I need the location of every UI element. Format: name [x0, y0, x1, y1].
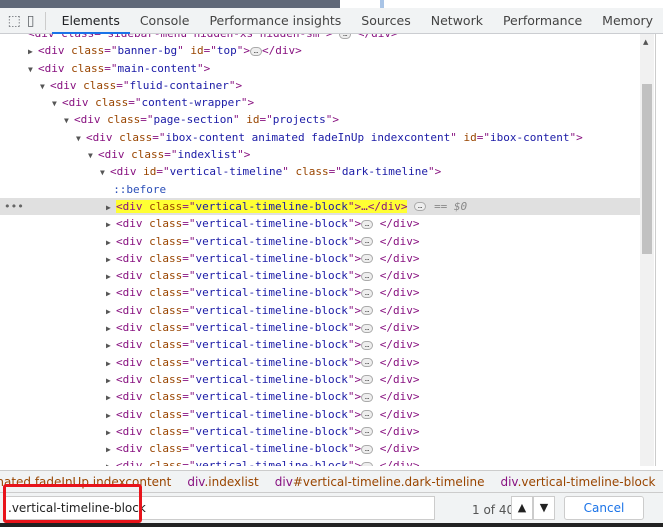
divider	[44, 11, 46, 30]
expand-triangle-icon: ▼	[88, 151, 93, 161]
dom-node-row[interactable]: ▼ <div class="content-wrapper">	[0, 94, 640, 111]
expand-triangle-icon: ▼	[52, 99, 57, 109]
next-match-button[interactable]: ▼	[533, 496, 555, 520]
expand-triangle-icon: ▶	[28, 47, 33, 57]
pseudo-element-row[interactable]: ::before	[0, 181, 640, 198]
dom-node-row[interactable]: ▼ <div class="fluid-container">	[0, 77, 640, 94]
timeline-block-row[interactable]: ▶<div class="vertical-timeline-block">… …	[0, 319, 640, 336]
timeline-block-row[interactable]: ▶<div class="vertical-timeline-block">… …	[0, 423, 640, 440]
devtools-toolbar: ⬚ ▯ Elements Console Performance insights S…	[0, 8, 663, 34]
dom-node-row[interactable]: ▼ <div class="main-content">	[0, 60, 640, 77]
dom-node-row[interactable]: ▼ <div id="vertical-timeline" class="dark…	[0, 163, 640, 180]
dom-node-row[interactable]: ▼ <div class="page-section" id="projects"…	[0, 111, 640, 128]
styles-pane-edge	[655, 34, 663, 466]
previous-match-button[interactable]: ▲	[511, 496, 533, 520]
expand-triangle-icon: ▼	[100, 168, 105, 178]
breadcrumb-item[interactable]: div.vertical-timeline-block	[492, 475, 663, 489]
highlight-box	[3, 484, 142, 523]
tab-performance[interactable]: Performance	[493, 8, 592, 34]
dom-node-row[interactable]: ▼ <div class="ibox-content animated fadeI…	[0, 129, 640, 146]
timeline-block-row[interactable]: ▶<div class="vertical-timeline-block">… …	[0, 371, 640, 388]
tab-sources[interactable]: Sources	[351, 8, 420, 34]
scroll-up-icon: ▲	[643, 38, 649, 46]
tab-elements[interactable]: Elements	[51, 8, 130, 34]
scrollbar[interactable]: ▲	[640, 34, 654, 466]
expand-triangle-icon: ▼	[40, 81, 45, 91]
tab-performance-insights[interactable]: Performance insights	[199, 8, 351, 34]
dom-node-row[interactable]: <div class="sidebar-menu hidden-xs hidde…	[0, 34, 640, 42]
selected-dom-node-row[interactable]: ••• ▶ <div class="vertical-timeline-block"…	[0, 197, 640, 216]
tab-memory[interactable]: Memory	[592, 8, 663, 34]
timeline-block-row[interactable]: ▶<div class="vertical-timeline-block">… …	[0, 406, 640, 423]
inspect-element-icon[interactable]: ⬚	[6, 10, 22, 32]
timeline-block-row[interactable]: ▶<div class="vertical-timeline-block">… …	[0, 250, 640, 267]
dom-node-row[interactable]: ▶ <div class="banner-bg" id="top">… </div>	[0, 42, 640, 59]
match-count: 1 of 40	[472, 503, 515, 517]
timeline-block-row[interactable]: ▶<div class="vertical-timeline-block">… …	[0, 215, 640, 232]
expand-triangle-icon: ▼	[76, 133, 81, 143]
timeline-block-row[interactable]: ▶<div class="vertical-timeline-block">… …	[0, 284, 640, 301]
expand-triangle-icon: ▼	[28, 64, 33, 74]
dom-node-row[interactable]: ▼ <div class="indexlist">	[0, 146, 640, 163]
scroll-thumb	[642, 84, 652, 254]
timeline-block-row[interactable]: ▶<div class="vertical-timeline-block">… …	[0, 388, 640, 405]
expand-triangle-icon: ▼	[64, 116, 69, 126]
dom-tree[interactable]: <div class="sidebar-menu hidden-xs hidde…	[0, 34, 640, 466]
breadcrumb-item[interactable]: div#vertical-timeline.dark-timeline	[267, 475, 493, 489]
timeline-block-row[interactable]: ▶<div class="vertical-timeline-block">… …	[0, 354, 640, 371]
device-toolbar-icon[interactable]: ▯	[22, 10, 38, 32]
timeline-block-row[interactable]: ▶<div class="vertical-timeline-block">… …	[0, 267, 640, 284]
timeline-block-row[interactable]: ▶<div class="vertical-timeline-block">… …	[0, 457, 640, 466]
taskbar-edge	[0, 523, 663, 527]
breadcrumb-item[interactable]: div.indexlist	[179, 475, 266, 489]
tab-console[interactable]: Console	[130, 8, 200, 34]
tab-network[interactable]: Network	[421, 8, 493, 34]
timeline-block-row[interactable]: ▶<div class="vertical-timeline-block">… …	[0, 336, 640, 353]
timeline-block-row[interactable]: ▶<div class="vertical-timeline-block">… …	[0, 440, 640, 457]
timeline-block-row[interactable]: ▶<div class="vertical-timeline-block">… …	[0, 233, 640, 250]
cancel-button[interactable]: Cancel	[564, 496, 644, 520]
timeline-block-row[interactable]: ▶<div class="vertical-timeline-block">… …	[0, 302, 640, 319]
